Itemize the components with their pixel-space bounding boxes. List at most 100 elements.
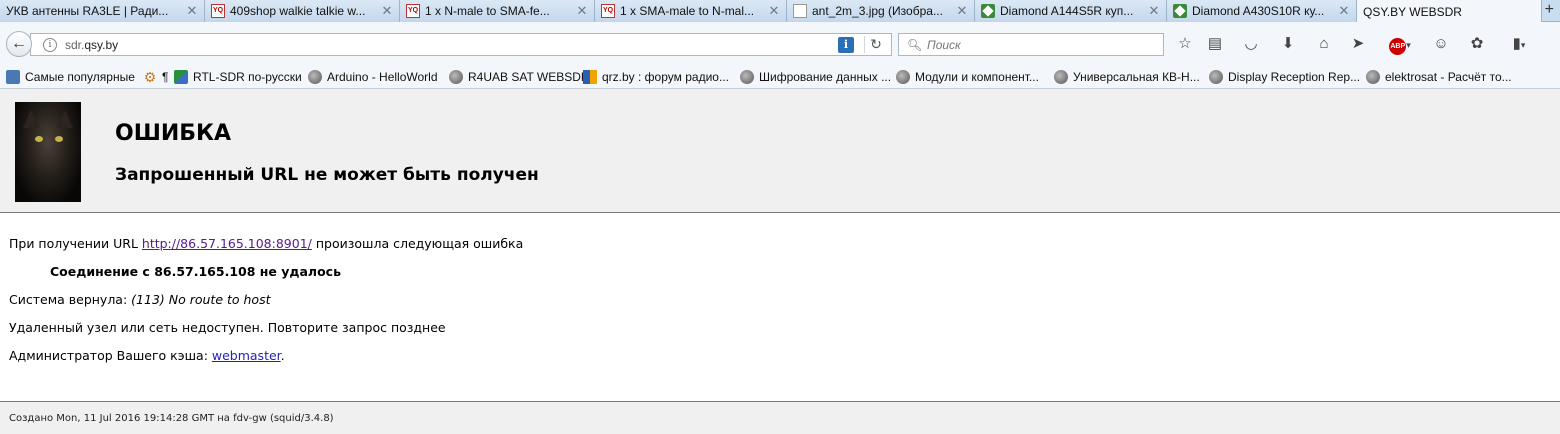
close-icon[interactable]: ✕ (954, 3, 970, 19)
bookmarks-toolbar: Самые популярные ⚙ ¶ RTL-SDR по-русски A… (0, 66, 1560, 89)
bookmark-item[interactable]: Универсальная КВ-Н... (1054, 69, 1200, 85)
bookmark-item[interactable]: Модули и компонент... (896, 69, 1039, 85)
globe-icon (1366, 70, 1380, 84)
globe-icon (1054, 70, 1068, 84)
bookmark-item[interactable]: RTL-SDR по-русски (174, 69, 302, 85)
navigation-toolbar: i sdr.qsy.by i ↻ ← 🔍︎ Поиск ☆ ▤ ◡ ⬇ ⌂ ➤ … (0, 22, 1560, 66)
download-icon[interactable]: ⬇ (1277, 34, 1299, 54)
bookmark-label: ¶ (162, 70, 169, 84)
close-icon[interactable]: ✕ (184, 3, 200, 19)
cat-ear (23, 110, 39, 128)
diamond-icon (1173, 4, 1187, 18)
back-arrow-icon: ← (11, 35, 27, 52)
bookmark-item[interactable]: Самые популярные (6, 69, 135, 85)
close-icon[interactable]: ✕ (574, 3, 590, 19)
bookmark-label: Шифрование данных ... (759, 70, 892, 84)
address-bar[interactable]: i sdr.qsy.by i ↻ (30, 33, 892, 56)
search-input[interactable]: Поиск (927, 38, 961, 52)
bookmark-item[interactable]: Шифрование данных ... (740, 69, 891, 85)
cat-eye (55, 136, 63, 142)
extension-icon[interactable]: ✿ (1466, 34, 1488, 54)
cat-ear (57, 110, 73, 128)
bookmark-item[interactable]: ⚙ ¶ (143, 69, 169, 85)
close-icon[interactable]: ✕ (1336, 3, 1352, 19)
admin-suffix: . (280, 348, 285, 363)
bookmark-label: Самые популярные (25, 70, 135, 84)
bookmark-label: RTL-SDR по-русски (193, 70, 302, 84)
admin-line: Администратор Вашего кэша: webmaster. (9, 348, 285, 363)
close-icon[interactable]: ✕ (1146, 3, 1162, 19)
tab-1[interactable]: УКВ антенны RA3LE | Ради... ✕ (0, 0, 205, 22)
plus-icon[interactable]: + (1545, 1, 1554, 19)
globe-icon (896, 70, 910, 84)
page-content: ОШИБКА Запрошенный URL не может быть пол… (0, 89, 1560, 434)
error-title: ОШИБКА (115, 121, 232, 146)
globe-icon (449, 70, 463, 84)
tab-title: 1 x N-male to SMA-fe... (425, 4, 550, 18)
system-error-line: Система вернула: (113) No route to host (9, 292, 271, 307)
tab-title: ant_2m_3.jpg (Изобра... (812, 4, 943, 18)
star-icon (6, 70, 20, 84)
back-button[interactable]: ← (6, 31, 32, 57)
tab-2[interactable]: YQ 409shop walkie talkie w... ✕ (205, 0, 400, 22)
connection-error: Соединение с 86.57.165.108 не удалось (50, 264, 341, 279)
system-message: (113) No route to host (131, 292, 271, 307)
tab-title: QSY.BY WEBSDR (1363, 4, 1462, 19)
bookmark-item[interactable]: Display Reception Rep... (1209, 69, 1360, 85)
gear-icon: ⚙ (143, 69, 157, 85)
tab-6[interactable]: Diamond A144S5R куп... ✕ (975, 0, 1167, 22)
address-prefix: sdr. (65, 37, 85, 52)
tab-3[interactable]: YQ 1 x N-male to SMA-fe... ✕ (400, 0, 595, 22)
address-text[interactable]: sdr.qsy.by (65, 38, 838, 52)
reader-view-icon[interactable]: i (838, 36, 854, 53)
bookmark-label: Модули и компонент... (915, 70, 1039, 84)
footer-text: Создано Mon, 11 Jul 2016 19:14:28 GMT на… (9, 413, 334, 424)
pocket-icon[interactable]: ◡ (1240, 34, 1262, 54)
bookmark-item[interactable]: qrz.by : форум радио... (583, 69, 729, 85)
globe-icon (1209, 70, 1223, 84)
radio-shop-icon: YQ (406, 4, 420, 18)
radio-shop-icon: YQ (601, 4, 615, 18)
tab-7[interactable]: Diamond A430S10R ку... ✕ (1167, 0, 1357, 22)
tab-5[interactable]: ant_2m_3.jpg (Изобра... ✕ (787, 0, 975, 22)
bookmark-item[interactable]: elektrosat - Расчёт то... (1366, 69, 1512, 85)
bookmark-item[interactable]: Arduino - HelloWorld (308, 69, 438, 85)
info-icon[interactable]: i (43, 37, 57, 52)
error-url-line: При получении URL http://86.57.165.108:8… (9, 236, 523, 251)
diamond-icon (981, 4, 995, 18)
tab-title: Diamond A430S10R ку... (1192, 4, 1325, 18)
adblock-icon[interactable]: ABP▾ (1383, 34, 1417, 55)
send-icon[interactable]: ➤ (1347, 34, 1369, 54)
bookmark-label: elektrosat - Расчёт то... (1385, 70, 1512, 84)
page-icon (793, 4, 807, 18)
cat-eye (35, 136, 43, 142)
tab-title: Diamond A144S5R куп... (1000, 4, 1134, 18)
error-header: ОШИБКА Запрошенный URL не может быть пол… (0, 89, 1560, 213)
tab-4[interactable]: YQ 1 x SMA-male to N-mal... ✕ (595, 0, 787, 22)
chat-icon[interactable]: ☺ (1430, 34, 1452, 54)
close-icon[interactable]: ✕ (379, 3, 395, 19)
address-domain: qsy.by (84, 37, 119, 52)
globe-icon (308, 70, 322, 84)
globe-icon (740, 70, 754, 84)
search-icon: 🔍︎ (907, 37, 923, 52)
reading-list-icon[interactable]: ▤ (1204, 34, 1226, 54)
close-icon[interactable]: ✕ (766, 3, 782, 19)
webmaster-link[interactable]: webmaster (212, 348, 281, 363)
rtlsdr-icon (174, 70, 188, 84)
tab-title: 409shop walkie talkie w... (230, 4, 366, 18)
failed-url-link[interactable]: http://86.57.165.108:8901/ (142, 236, 312, 251)
bookmark-item[interactable]: R4UAB SAT WEBSDR (449, 69, 590, 85)
bookmark-label: Arduino - HelloWorld (327, 70, 438, 84)
search-box[interactable]: 🔍︎ Поиск (898, 33, 1164, 56)
bookmark-label: qrz.by : форум радио... (602, 70, 729, 84)
error-subtitle: Запрошенный URL не может быть получен (115, 165, 539, 185)
reload-icon[interactable]: ↻ (864, 36, 887, 53)
bookmark-star-icon[interactable]: ☆ (1174, 34, 1196, 54)
cat-logo (15, 102, 81, 202)
menu-icon[interactable]: ▮▾ (1502, 34, 1536, 54)
admin-prefix: Администратор Вашего кэша: (9, 348, 212, 363)
radio-shop-icon: YQ (211, 4, 225, 18)
tab-active[interactable]: QSY.BY WEBSDR (1357, 0, 1542, 23)
home-icon[interactable]: ⌂ (1313, 34, 1335, 54)
